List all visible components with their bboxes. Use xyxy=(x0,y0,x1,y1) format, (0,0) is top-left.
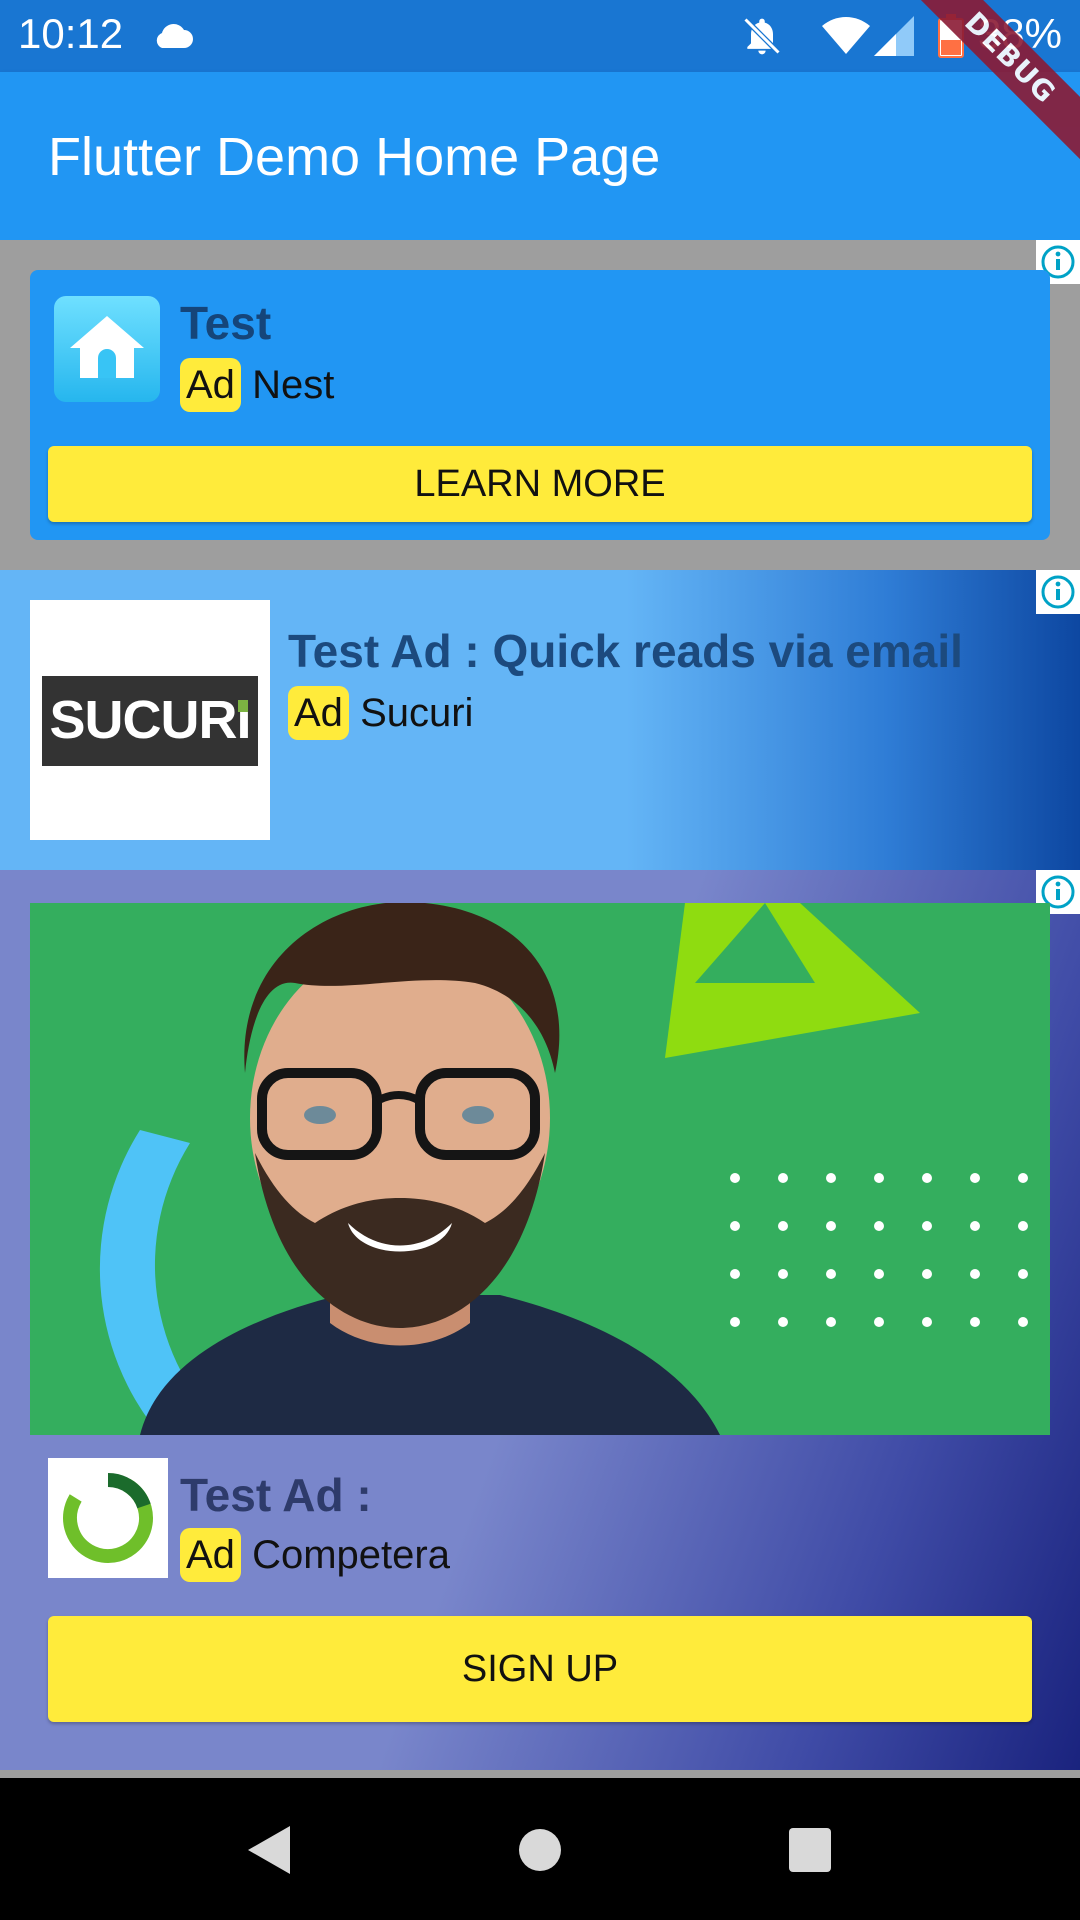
back-icon[interactable] xyxy=(244,1824,292,1881)
system-navigation-bar xyxy=(0,1778,1080,1920)
recents-icon[interactable] xyxy=(786,1824,834,1881)
native-ad-2[interactable]: SUCURI Test Ad : Quick reads via email A… xyxy=(0,570,1080,870)
sucuri-logo: SUCURI xyxy=(30,600,270,840)
ad-headline: Test Ad : Quick reads via email xyxy=(288,625,963,677)
ad-advertiser: Sucuri xyxy=(360,691,474,735)
native-ad-3[interactable]: Test Ad : Ad Competera SIGN UP xyxy=(0,870,1080,1770)
competera-logo xyxy=(48,1458,168,1578)
app-bar: Flutter Demo Home Page xyxy=(0,72,1080,240)
ad-attribution: Ad Nest xyxy=(180,358,334,412)
ad-attribution: Ad Competera xyxy=(180,1528,450,1582)
ad-attribution: Ad Sucuri xyxy=(288,686,473,740)
notifications-off-icon xyxy=(740,14,784,63)
native-ad-1[interactable]: Test Ad Nest LEARN MORE xyxy=(0,240,1080,570)
ad-card[interactable]: Test Ad Nest LEARN MORE xyxy=(30,270,1050,540)
ad-badge: Ad xyxy=(288,686,349,740)
wifi-icon xyxy=(822,16,870,61)
ad-badge: Ad xyxy=(180,358,241,412)
sucuri-logo-text: SUCURI xyxy=(49,690,250,750)
cell-signal-icon xyxy=(874,16,914,61)
ad-media-image[interactable] xyxy=(30,903,1050,1435)
status-time: 10:12 xyxy=(18,10,124,57)
sign-up-button[interactable]: SIGN UP xyxy=(48,1616,1032,1722)
info-icon[interactable] xyxy=(1036,570,1080,614)
home-icon xyxy=(54,296,160,402)
ad-badge: Ad xyxy=(180,1528,241,1582)
ad-headline: Test Ad : xyxy=(180,1469,372,1521)
list-end-divider xyxy=(0,1770,1080,1778)
status-bar: 10:12 38% xyxy=(0,0,1080,72)
cloud-icon xyxy=(150,20,194,55)
ad-advertiser: Competera xyxy=(252,1533,450,1577)
learn-more-button[interactable]: LEARN MORE xyxy=(48,446,1032,522)
home-icon[interactable] xyxy=(518,1824,562,1881)
page-title: Flutter Demo Home Page xyxy=(48,127,661,187)
ad-advertiser: Nest xyxy=(252,363,335,407)
ad-headline: Test xyxy=(180,297,272,349)
